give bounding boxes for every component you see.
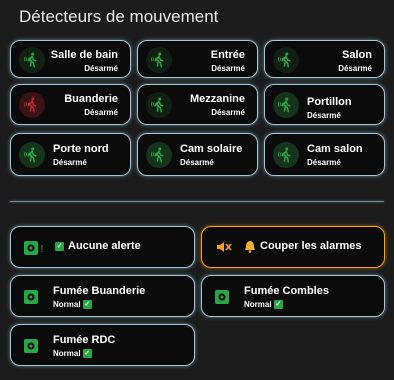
smoke-card-combles[interactable]: Fumée Combles Normal ✓ bbox=[201, 275, 385, 317]
section-divider bbox=[10, 201, 384, 202]
motion-card-salon[interactable]: Salon Désarmé bbox=[264, 40, 385, 78]
motion-state: Désarmé bbox=[307, 111, 341, 120]
motion-card-entree[interactable]: Entrée Désarmé bbox=[137, 40, 258, 78]
motion-walk-icon bbox=[19, 92, 45, 118]
volume-mute-icon bbox=[216, 240, 232, 254]
alert-status-card[interactable]: ! ✓ Aucune alerte bbox=[10, 226, 195, 268]
motion-state: Désarmé bbox=[84, 64, 118, 73]
motion-name: Cam salon bbox=[307, 143, 363, 155]
motion-state: Désarmé bbox=[211, 64, 245, 73]
check-icon: ✓ bbox=[55, 242, 64, 251]
motion-state: Désarmé bbox=[307, 158, 341, 167]
smoke-card-rdc[interactable]: Fumée RDC Normal ✓ bbox=[10, 324, 195, 366]
motion-state: Désarmé bbox=[211, 108, 245, 117]
smoke-name: Fumée Buanderie bbox=[53, 285, 146, 297]
motion-name: Cam solaire bbox=[180, 143, 243, 155]
smoke-name: Fumée RDC bbox=[53, 334, 116, 346]
mute-alarms-label: Couper les alarmes bbox=[260, 240, 362, 252]
motion-walk-icon bbox=[273, 47, 299, 73]
svg-text:!: ! bbox=[40, 244, 44, 255]
motion-walk-icon bbox=[19, 47, 45, 73]
motion-walk-icon bbox=[273, 92, 299, 118]
alarm-panel-icon: ! bbox=[23, 239, 45, 257]
mute-alarms-button[interactable]: Couper les alarmes bbox=[201, 226, 385, 268]
smoke-detector-icon bbox=[214, 288, 236, 306]
alert-status-label: Aucune alerte bbox=[68, 240, 141, 252]
motion-name: Portillon bbox=[307, 96, 352, 108]
motion-state: Désarmé bbox=[180, 158, 214, 167]
check-icon: ✓ bbox=[273, 300, 283, 310]
motion-walk-icon bbox=[146, 47, 172, 73]
smoke-state: Normal bbox=[53, 349, 81, 358]
motion-card-cam-salon[interactable]: Cam salon Désarmé bbox=[264, 133, 385, 176]
motion-name: Salle de bain bbox=[50, 49, 118, 61]
page-title: Détecteurs de mouvement bbox=[19, 7, 219, 26]
motion-card-salle-de-bain[interactable]: Salle de bain Désarmé bbox=[10, 40, 131, 78]
check-icon: ✓ bbox=[82, 349, 92, 359]
motion-state: Désarmé bbox=[338, 64, 372, 73]
smoke-detector-icon bbox=[23, 288, 45, 306]
motion-walk-icon bbox=[146, 142, 172, 168]
motion-card-mezzanine[interactable]: Mezzanine Désarmé bbox=[137, 84, 258, 125]
motion-walk-icon bbox=[19, 142, 45, 168]
smoke-state-row: Normal ✓ bbox=[53, 299, 145, 310]
motion-walk-icon bbox=[273, 142, 299, 168]
motion-name: Buanderie bbox=[64, 93, 118, 105]
motion-state: Désarmé bbox=[84, 108, 118, 117]
smoke-state: Normal bbox=[244, 300, 272, 309]
motion-card-porte-nord[interactable]: Porte nord Désarmé bbox=[10, 133, 131, 176]
smoke-state: Normal bbox=[53, 300, 81, 309]
motion-name: Mezzanine bbox=[189, 93, 245, 105]
smoke-state-row: Normal ✓ bbox=[244, 299, 329, 310]
smoke-card-buanderie[interactable]: Fumée Buanderie Normal ✓ bbox=[10, 275, 195, 317]
smoke-name: Fumée Combles bbox=[244, 285, 329, 297]
motion-name: Entrée bbox=[210, 49, 245, 61]
motion-card-buanderie[interactable]: Buanderie Désarmé bbox=[10, 84, 131, 125]
motion-walk-icon bbox=[146, 92, 172, 118]
motion-card-portillon[interactable]: Portillon Désarmé bbox=[264, 84, 385, 125]
smoke-detector-icon bbox=[23, 337, 45, 355]
motion-name: Porte nord bbox=[53, 143, 109, 155]
motion-state: Désarmé bbox=[53, 158, 87, 167]
smoke-state-row: Normal ✓ bbox=[53, 348, 115, 359]
check-icon: ✓ bbox=[82, 300, 92, 310]
bell-off-icon bbox=[244, 240, 256, 253]
motion-card-cam-solaire[interactable]: Cam solaire Désarmé bbox=[137, 133, 258, 176]
motion-name: Salon bbox=[342, 49, 372, 61]
